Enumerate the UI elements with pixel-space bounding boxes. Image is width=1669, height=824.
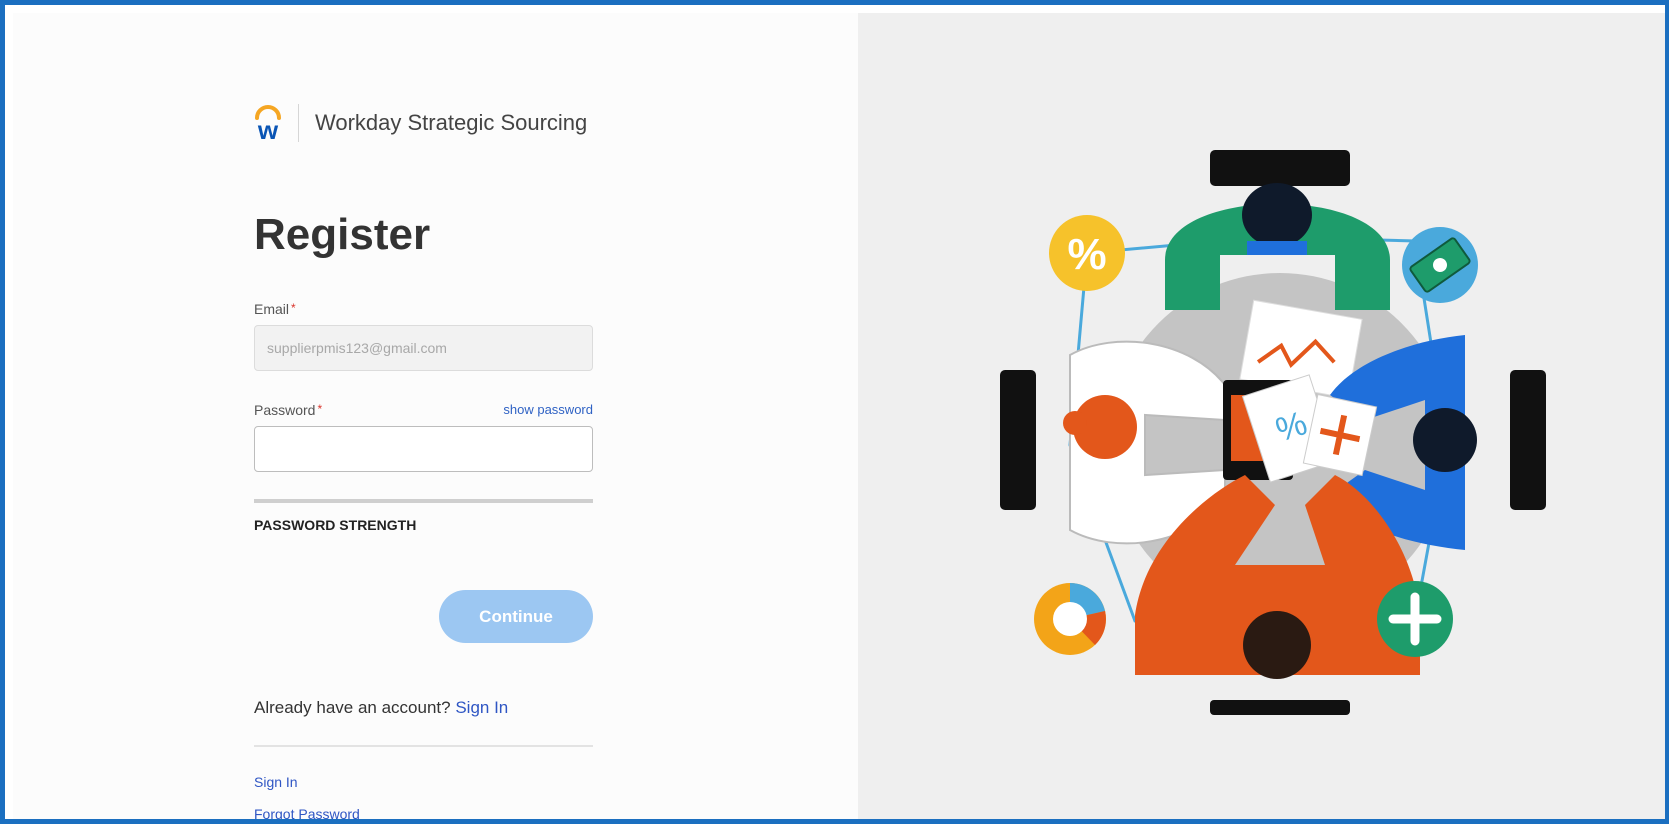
percent-symbol: % xyxy=(1067,230,1106,279)
chair-right xyxy=(1510,370,1546,510)
workday-logo-icon: w xyxy=(255,105,281,143)
password-required-mark: * xyxy=(317,402,323,416)
password-strength-bar xyxy=(254,499,593,503)
person-left-hair-bun xyxy=(1063,411,1087,435)
password-strength-label: PASSWORD STRENGTH xyxy=(254,517,417,533)
forgot-password-link[interactable]: Forgot Password xyxy=(254,806,360,819)
email-required-mark: * xyxy=(291,301,296,315)
already-have-account: Already have an account? Sign In xyxy=(254,698,508,718)
pie-chart-icon xyxy=(1034,583,1106,655)
brand-divider xyxy=(298,104,299,142)
email-field[interactable] xyxy=(254,325,593,371)
chair-bottom xyxy=(1210,700,1350,715)
already-text: Already have an account? xyxy=(254,698,451,717)
person-top-head xyxy=(1242,183,1312,247)
brand-name: Workday Strategic Sourcing xyxy=(315,110,588,135)
email-label: Email * xyxy=(254,301,296,317)
continue-button[interactable]: Continue xyxy=(439,590,593,643)
percent-icon: % xyxy=(1049,215,1125,291)
person-right-head xyxy=(1413,408,1477,472)
footer-separator xyxy=(254,745,593,747)
sign-in-link[interactable]: Sign In xyxy=(254,774,298,790)
person-bottom-head xyxy=(1243,611,1311,679)
sign-in-inline-link[interactable]: Sign In xyxy=(455,698,508,717)
logo-letter: w xyxy=(257,115,279,143)
chair-top xyxy=(1210,150,1350,186)
chair-left xyxy=(1000,370,1036,510)
password-label-text: Password xyxy=(254,402,316,418)
window-frame: w Workday Strategic Sourcing Register Em… xyxy=(0,0,1669,824)
brand-header: w Workday Strategic Sourcing xyxy=(252,101,587,145)
password-field[interactable] xyxy=(254,426,593,472)
page-title: Register xyxy=(254,210,431,259)
show-password-link[interactable]: show password xyxy=(485,402,593,417)
meeting-illustration: % % xyxy=(1000,150,1546,715)
money-icon xyxy=(1402,227,1478,303)
email-label-text: Email xyxy=(254,301,290,317)
person-top-collar xyxy=(1247,241,1307,255)
password-label: Password * xyxy=(254,402,322,418)
plus-icon xyxy=(1377,581,1453,657)
